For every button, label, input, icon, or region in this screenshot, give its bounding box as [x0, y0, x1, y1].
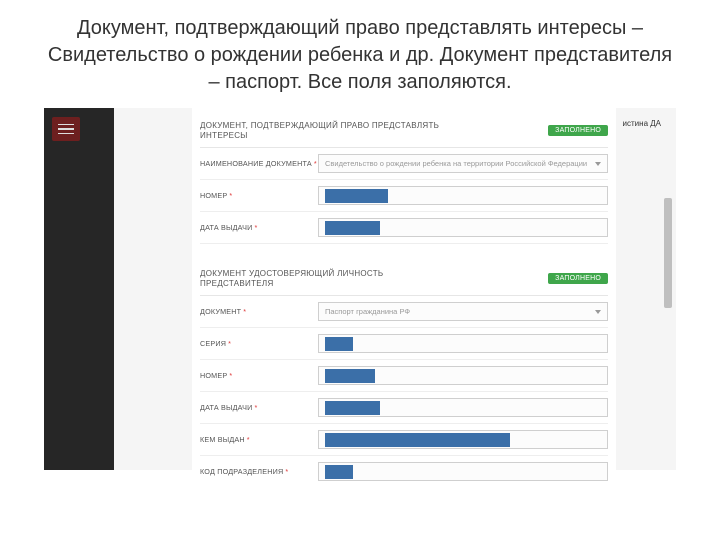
user-name: истина ДА — [623, 119, 661, 128]
label-doc-name: НАИМЕНОВАНИЕ ДОКУМЕНТА* — [200, 159, 318, 168]
label-div-code: КОД ПОДРАЗДЕЛЕНИЯ* — [200, 467, 318, 476]
input-number-1[interactable] — [318, 186, 608, 205]
label-issue-date-2: ДАТА ВЫДАЧИ* — [200, 403, 318, 412]
input-issue-date-2[interactable] — [318, 398, 608, 417]
select-doc-type[interactable]: Паспорт гражданина РФ — [318, 302, 608, 321]
redacted-value — [325, 465, 353, 479]
row-number-1: НОМЕР* — [200, 180, 608, 212]
label-number-2: НОМЕР* — [200, 371, 318, 380]
section-identity-doc: ДОКУМЕНТ УДОСТОВЕРЯЮЩИЙ ЛИЧНОСТЬ ПРЕДСТА… — [200, 262, 608, 296]
redacted-value — [325, 401, 380, 415]
row-issue-date-2: ДАТА ВЫДАЧИ* — [200, 392, 608, 424]
label-issued-by: КЕМ ВЫДАН* — [200, 435, 318, 444]
row-number-2: НОМЕР* — [200, 360, 608, 392]
label-series: СЕРИЯ* — [200, 339, 318, 348]
label-issue-date-1: ДАТА ВЫДАЧИ* — [200, 223, 318, 232]
select-placeholder-2: Паспорт гражданина РФ — [325, 307, 410, 316]
redacted-value — [325, 369, 375, 383]
input-div-code[interactable] — [318, 462, 608, 481]
label-doc-type: ДОКУМЕНТ* — [200, 307, 318, 316]
row-issued-by: КЕМ ВЫДАН* — [200, 424, 608, 456]
left-grey-region — [114, 108, 192, 470]
input-issue-date-1[interactable] — [318, 218, 608, 237]
input-series[interactable] — [318, 334, 608, 353]
redacted-value — [325, 337, 353, 351]
row-div-code: КОД ПОДРАЗДЕЛЕНИЯ* — [200, 456, 608, 487]
select-placeholder: Свидетельство о рождении ребенка на терр… — [325, 159, 587, 168]
row-series: СЕРИЯ* — [200, 328, 608, 360]
hamburger-menu-button[interactable] — [52, 117, 80, 141]
input-number-2[interactable] — [318, 366, 608, 385]
section-heading: ДОКУМЕНТ, ПОДТВЕРЖДАЮЩИЙ ПРАВО ПРЕДСТАВЛ… — [200, 121, 450, 140]
row-issue-date-1: ДАТА ВЫДАЧИ* — [200, 212, 608, 244]
input-issued-by[interactable] — [318, 430, 608, 449]
label-number-1: НОМЕР* — [200, 191, 318, 200]
redacted-value — [325, 189, 388, 203]
redacted-value — [325, 221, 380, 235]
dark-app-bg — [44, 108, 114, 470]
select-doc-name[interactable]: Свидетельство о рождении ребенка на терр… — [318, 154, 608, 173]
section-representation-doc: ДОКУМЕНТ, ПОДТВЕРЖДАЮЩИЙ ПРАВО ПРЕДСТАВЛ… — [200, 114, 608, 148]
status-badge-2: ЗАПОЛНЕНО — [548, 273, 608, 284]
section-heading-2: ДОКУМЕНТ УДОСТОВЕРЯЮЩИЙ ЛИЧНОСТЬ ПРЕДСТА… — [200, 269, 450, 288]
row-doc-name: НАИМЕНОВАНИЕ ДОКУМЕНТА* Свидетельство о … — [200, 148, 608, 180]
right-grey-region — [616, 108, 676, 470]
redacted-value — [325, 433, 510, 447]
status-badge: ЗАПОЛНЕНО — [548, 125, 608, 136]
scrollbar-thumb[interactable] — [664, 198, 672, 308]
slide-title: Документ, подтверждающий право представл… — [0, 0, 720, 108]
screenshot-region: истина ДА ДОКУМЕНТ, ПОДТВЕРЖДАЮЩИЙ ПРАВО… — [44, 108, 676, 470]
row-doc-type: ДОКУМЕНТ* Паспорт гражданина РФ — [200, 296, 608, 328]
form-panel: ДОКУМЕНТ, ПОДТВЕРЖДАЮЩИЙ ПРАВО ПРЕДСТАВЛ… — [192, 108, 616, 470]
